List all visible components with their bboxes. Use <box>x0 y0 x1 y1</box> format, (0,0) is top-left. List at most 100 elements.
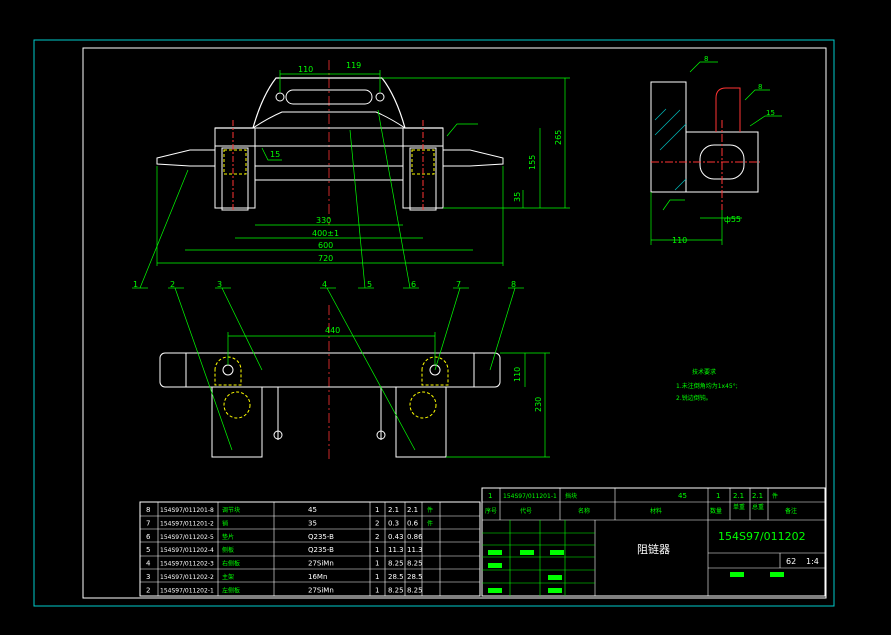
dim-side-110: 110 <box>672 236 687 245</box>
parts-cell-note: 件 <box>427 506 433 514</box>
notes-title: 技术要求 <box>692 368 716 376</box>
col-header-no: 序号 <box>485 507 497 515</box>
dim-front-265: 265 <box>554 130 563 145</box>
col-header-note: 备注 <box>785 507 797 515</box>
parts-cell-total_wt: 8.25 <box>407 560 423 568</box>
parts-cell-total_wt: 8.25 <box>407 586 423 594</box>
parts-cell-code: 154S97/011202-4 <box>160 547 214 554</box>
parts-cell-code: 154S97/011202-5 <box>160 534 214 541</box>
tb-row-unit-wt: 2.1 <box>733 492 744 500</box>
parts-cell-name: 右侧板 <box>222 560 240 568</box>
drawing-weight: 62 <box>786 557 796 566</box>
parts-cell-name: 调节块 <box>222 506 240 514</box>
dim-front-600: 600 <box>318 241 333 250</box>
parts-cell-name: 左侧板 <box>222 586 240 594</box>
balloon-2: 2 <box>170 280 175 289</box>
balloon-4: 4 <box>322 280 327 289</box>
parts-cell-note: 件 <box>427 519 433 527</box>
parts-cell-unit_wt: 2.1 <box>388 506 399 514</box>
parts-cell-qty: 2 <box>375 533 379 541</box>
col-header-total: 总重 <box>752 503 764 511</box>
parts-cell-material: Q235-B <box>308 546 334 554</box>
parts-cell-unit_wt: 0.43 <box>388 533 404 541</box>
parts-cell-material: 45 <box>308 506 317 514</box>
drawing-title: 阻链器 <box>637 542 670 556</box>
parts-cell-name: 主架 <box>222 573 234 581</box>
tb-row-code: 154S97/011201-1 <box>503 493 557 500</box>
tb-row-no: 1 <box>488 492 492 500</box>
col-header-name: 名称 <box>578 507 590 515</box>
parts-cell-material: 35 <box>308 519 317 527</box>
parts-cell-material: 27SiMn <box>308 586 334 594</box>
parts-cell-unit_wt: 11.3 <box>388 546 404 554</box>
parts-cell-no: 4 <box>146 560 151 568</box>
parts-cell-name: 销 <box>222 519 228 527</box>
dim-front-330: 330 <box>316 216 331 225</box>
col-header-code: 代号 <box>520 507 532 515</box>
balloon-6: 6 <box>411 280 416 289</box>
parts-cell-qty: 1 <box>375 546 379 554</box>
dim-front-720: 720 <box>318 254 333 263</box>
parts-cell-no: 8 <box>146 506 150 514</box>
surface-symbol-front: 15 <box>270 150 280 159</box>
parts-cell-qty: 1 <box>375 573 379 581</box>
parts-cell-no: 3 <box>146 573 150 581</box>
dim-front-400: 400±1 <box>312 229 339 238</box>
notes-line-1: 1.未注倒角均为1x45°; <box>676 382 738 390</box>
parts-cell-name: 垫片 <box>222 533 234 541</box>
parts-cell-code: 154S97/011202-1 <box>160 587 214 594</box>
parts-cell-total_wt: 11.3 <box>407 546 423 554</box>
parts-cell-no: 2 <box>146 586 150 594</box>
parts-cell-total_wt: 28.5 <box>407 573 423 581</box>
parts-cell-unit_wt: 8.25 <box>388 560 404 568</box>
parts-cell-unit_wt: 28.5 <box>388 573 404 581</box>
dim-top-110: 110 <box>513 367 522 382</box>
drawing-number: 154S97/011202 <box>718 530 806 543</box>
balloon-8: 8 <box>511 280 516 289</box>
parts-cell-qty: 1 <box>375 506 379 514</box>
parts-cell-qty: 2 <box>375 519 379 527</box>
dim-top-440: 440 <box>325 326 340 335</box>
parts-cell-qty: 1 <box>375 586 379 594</box>
notes-line-2: 2.锐边倒钝。 <box>676 394 712 402</box>
dim-top-230: 230 <box>534 397 543 412</box>
col-header-weight: 单重 <box>733 503 745 511</box>
parts-cell-material: Q235-B <box>308 533 334 541</box>
tb-row-total-wt: 2.1 <box>752 492 763 500</box>
tb-row-name: 挡块 <box>565 492 577 500</box>
parts-cell-code: 154S97/011201-2 <box>160 520 214 527</box>
dim-front-119: 119 <box>346 61 361 70</box>
dim-front-35: 35 <box>513 192 522 202</box>
parts-cell-no: 5 <box>146 546 150 554</box>
dim-side-phi55: ф55 <box>724 215 741 224</box>
roughness-side-2: 8 <box>758 83 762 91</box>
drawing-sheet: 110 119 330 400±1 600 720 155 35 265 15 <box>0 0 891 635</box>
roughness-side-1: 8 <box>704 55 708 63</box>
parts-cell-material: 27SiMn <box>308 560 334 568</box>
parts-cell-total_wt: 0.86 <box>407 533 423 541</box>
parts-cell-total_wt: 2.1 <box>407 506 418 514</box>
tb-row-material: 45 <box>678 492 687 500</box>
balloon-5: 5 <box>367 280 372 289</box>
parts-cell-no: 7 <box>146 519 150 527</box>
parts-cell-code: 154S97/011202-3 <box>160 561 214 568</box>
parts-cell-unit_wt: 8.25 <box>388 586 404 594</box>
balloon-3: 3 <box>217 280 222 289</box>
dim-front-110: 110 <box>298 65 313 74</box>
tb-row-qty: 1 <box>716 492 720 500</box>
parts-cell-material: 16Mn <box>308 573 327 581</box>
dim-front-155: 155 <box>528 155 537 170</box>
parts-cell-total_wt: 0.6 <box>407 519 419 527</box>
parts-cell-code: 154S97/011201-8 <box>160 507 214 514</box>
col-header-qty: 数量 <box>710 507 722 515</box>
balloon-1: 1 <box>133 280 138 289</box>
drawing-scale: 1:4 <box>806 557 819 566</box>
roughness-side-3: 15 <box>766 109 775 117</box>
balloon-7: 7 <box>456 280 461 289</box>
parts-cell-unit_wt: 0.3 <box>388 519 399 527</box>
tb-row-note: 件 <box>772 492 778 500</box>
parts-cell-name: 侧板 <box>222 546 234 554</box>
parts-cell-no: 6 <box>146 533 151 541</box>
parts-cell-qty: 1 <box>375 560 379 568</box>
col-header-material: 材料 <box>650 507 662 515</box>
